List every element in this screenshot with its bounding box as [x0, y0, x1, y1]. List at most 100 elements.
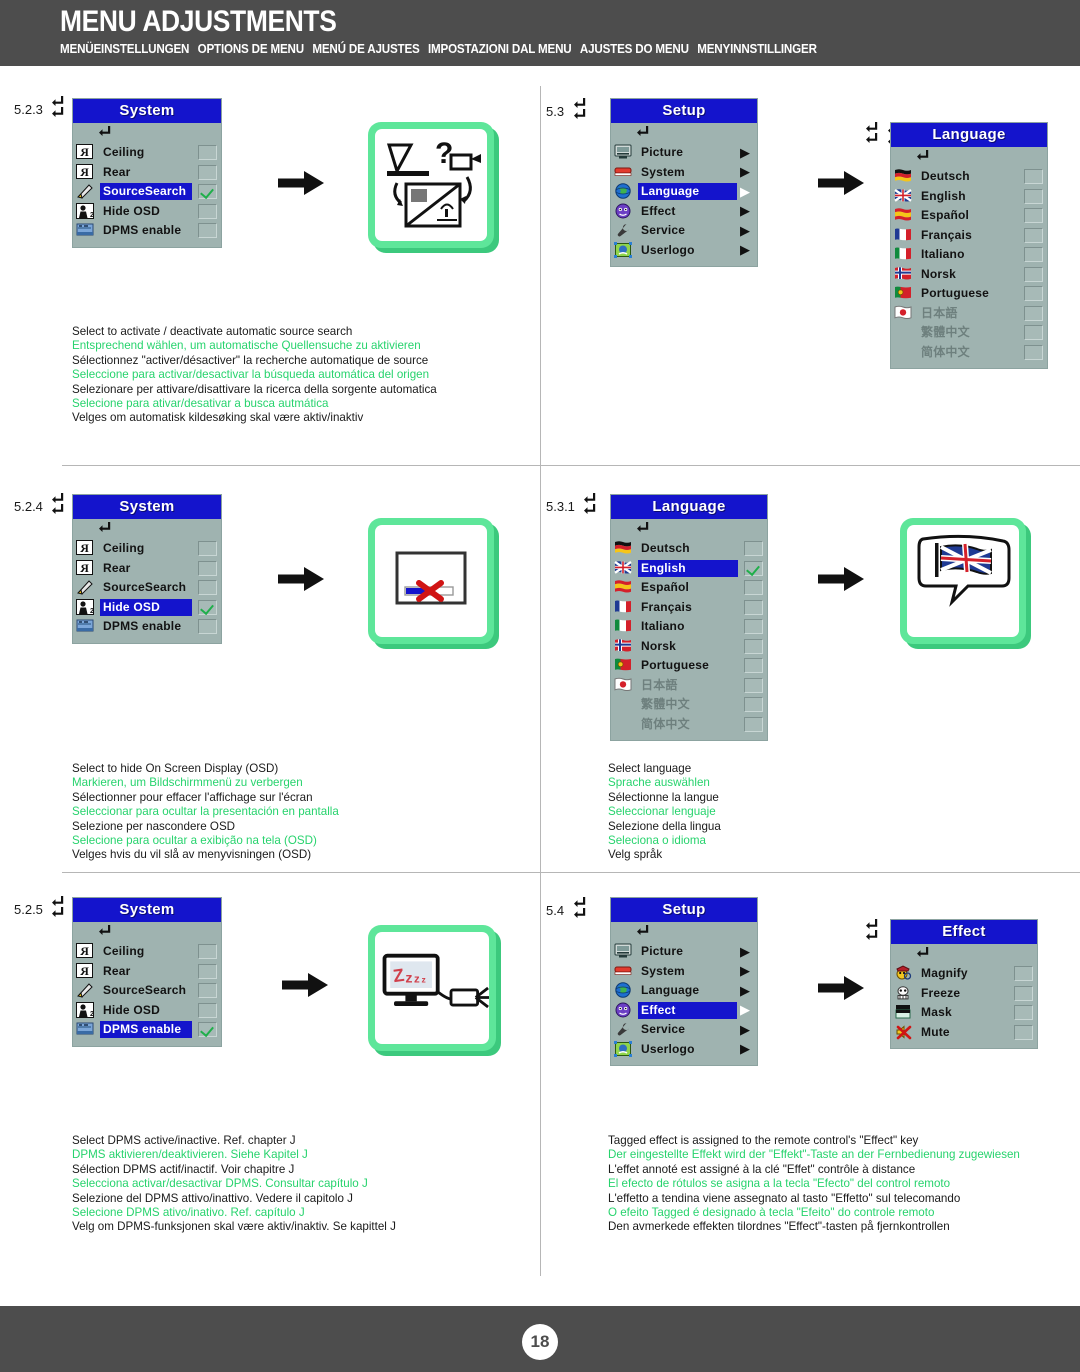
osd-item-[interactable]: 简体中文 [611, 715, 767, 735]
osd-item-[interactable]: 日本語 [891, 304, 1047, 324]
osd-item-userlogo[interactable]: Userlogo ▶ [611, 1040, 757, 1060]
osd-item-italiano[interactable]: Italiano [891, 245, 1047, 265]
osd-item-checkbox[interactable] [198, 1002, 217, 1018]
osd-item-checkbox[interactable] [198, 184, 217, 200]
osd-item-checkbox[interactable] [198, 541, 217, 557]
osd-item-[interactable]: 繁體中文 [891, 323, 1047, 343]
osd-item-picture[interactable]: Picture ▶ [611, 942, 757, 962]
osd-item-checkbox[interactable] [198, 164, 217, 180]
osd-item-checkbox[interactable] [744, 541, 763, 557]
osd-item-checkbox[interactable] [1024, 344, 1043, 360]
osd-item-checkbox[interactable] [198, 223, 217, 239]
osd-item-checkbox[interactable] [198, 599, 217, 615]
osd-item-hide-osd[interactable]: 2 Hide OSD [73, 1001, 221, 1021]
osd-item-sourcesearch[interactable]: SourceSearch [73, 182, 221, 202]
osd-item-checkbox[interactable] [1024, 305, 1043, 321]
osd-item-checkbox[interactable] [1014, 1005, 1033, 1021]
osd-item-checkbox[interactable] [198, 1022, 217, 1038]
osd-item-checkbox[interactable] [1024, 266, 1043, 282]
osd-item-checkbox[interactable] [198, 619, 217, 635]
osd-item-checkbox[interactable] [198, 963, 217, 979]
osd-item-checkbox[interactable] [744, 677, 763, 693]
osd-back-icon[interactable] [611, 519, 767, 539]
osd-item-checkbox[interactable] [1014, 985, 1033, 1001]
osd-item-portuguese[interactable]: Portuguese [611, 656, 767, 676]
osd-back-icon[interactable] [611, 922, 757, 942]
osd-item-language[interactable]: Language ▶ [611, 182, 757, 202]
osd-item-deutsch[interactable]: Deutsch [611, 539, 767, 559]
osd-item-fran-ais[interactable]: Français [611, 598, 767, 618]
osd-item-dpms-enable[interactable]: DPMS enable [73, 221, 221, 241]
osd-item-[interactable]: 简体中文 [891, 343, 1047, 363]
osd-item-checkbox[interactable] [198, 560, 217, 576]
osd-item-effect[interactable]: Effect ▶ [611, 202, 757, 222]
osd-item-picture[interactable]: Picture ▶ [611, 143, 757, 163]
osd-item-checkbox[interactable] [1024, 208, 1043, 224]
osd-item-service[interactable]: Service ▶ [611, 1020, 757, 1040]
osd-item-ceiling[interactable]: R Ceiling [73, 143, 221, 163]
osd-item-fran-ais[interactable]: Français [891, 226, 1047, 246]
osd-item-[interactable]: 日本語 [611, 676, 767, 696]
osd-item-mute[interactable]: Mute [891, 1023, 1037, 1043]
osd-back-icon[interactable] [891, 147, 1047, 167]
osd-item-checkbox[interactable] [1014, 1024, 1033, 1040]
osd-item-rear[interactable]: R Rear [73, 962, 221, 982]
osd-item-hide-osd[interactable]: 2 Hide OSD [73, 202, 221, 222]
osd-item-freeze[interactable]: Freeze [891, 984, 1037, 1004]
osd-item-checkbox[interactable] [1024, 169, 1043, 185]
navigation-path-arrows [584, 493, 600, 515]
osd-item-checkbox[interactable] [198, 983, 217, 999]
osd-item-deutsch[interactable]: Deutsch [891, 167, 1047, 187]
osd-item-checkbox[interactable] [1024, 188, 1043, 204]
osd-item-checkbox[interactable] [744, 658, 763, 674]
osd-item-checkbox[interactable] [198, 203, 217, 219]
osd-item-magnify[interactable]: Magnify [891, 964, 1037, 984]
osd-item-checkbox[interactable] [1014, 966, 1033, 982]
osd-item-effect[interactable]: Effect ▶ [611, 1001, 757, 1021]
caption-line-it: Selezione per nascondere OSD [72, 819, 236, 833]
osd-item-language[interactable]: Language ▶ [611, 981, 757, 1001]
osd-item-system[interactable]: System ▶ [611, 962, 757, 982]
osd-item-espa-ol[interactable]: Español [891, 206, 1047, 226]
osd-item-checkbox[interactable] [744, 716, 763, 732]
osd-item-checkbox[interactable] [744, 638, 763, 654]
osd-back-icon[interactable] [73, 123, 221, 143]
osd-back-icon[interactable] [611, 123, 757, 143]
osd-item-dpms-enable[interactable]: DPMS enable [73, 1020, 221, 1040]
osd-item-english[interactable]: English [611, 559, 767, 579]
osd-item-ceiling[interactable]: R Ceiling [73, 539, 221, 559]
osd-item-norsk[interactable]: Norsk [611, 637, 767, 657]
osd-item-italiano[interactable]: Italiano [611, 617, 767, 637]
osd-back-icon[interactable] [73, 519, 221, 539]
osd-back-icon[interactable] [73, 922, 221, 942]
osd-item-checkbox[interactable] [1024, 247, 1043, 263]
osd-item-checkbox[interactable] [744, 599, 763, 615]
osd-item-[interactable]: 繁體中文 [611, 695, 767, 715]
osd-item-sourcesearch[interactable]: SourceSearch [73, 578, 221, 598]
osd-item-checkbox[interactable] [744, 560, 763, 576]
osd-item-service[interactable]: Service ▶ [611, 221, 757, 241]
osd-item-rear[interactable]: R Rear [73, 559, 221, 579]
osd-item-sourcesearch[interactable]: SourceSearch [73, 981, 221, 1001]
osd-item-rear[interactable]: R Rear [73, 163, 221, 183]
osd-item-hide-osd[interactable]: 2 Hide OSD [73, 598, 221, 618]
osd-item-checkbox[interactable] [744, 580, 763, 596]
osd-item-checkbox[interactable] [198, 580, 217, 596]
osd-item-dpms-enable[interactable]: DPMS enable [73, 617, 221, 637]
osd-item-userlogo[interactable]: Userlogo ▶ [611, 241, 757, 261]
osd-item-portuguese[interactable]: Portuguese [891, 284, 1047, 304]
osd-item-checkbox[interactable] [1024, 227, 1043, 243]
osd-item-checkbox[interactable] [744, 697, 763, 713]
osd-item-ceiling[interactable]: R Ceiling [73, 942, 221, 962]
osd-item-mask[interactable]: Mask [891, 1003, 1037, 1023]
osd-item-checkbox[interactable] [198, 944, 217, 960]
osd-item-checkbox[interactable] [744, 619, 763, 635]
osd-item-espa-ol[interactable]: Español [611, 578, 767, 598]
osd-item-checkbox[interactable] [1024, 325, 1043, 341]
osd-item-checkbox[interactable] [198, 145, 217, 161]
osd-item-checkbox[interactable] [1024, 286, 1043, 302]
osd-item-english[interactable]: English [891, 187, 1047, 207]
osd-back-icon[interactable] [891, 944, 1037, 964]
osd-item-norsk[interactable]: Norsk [891, 265, 1047, 285]
osd-item-system[interactable]: System ▶ [611, 163, 757, 183]
